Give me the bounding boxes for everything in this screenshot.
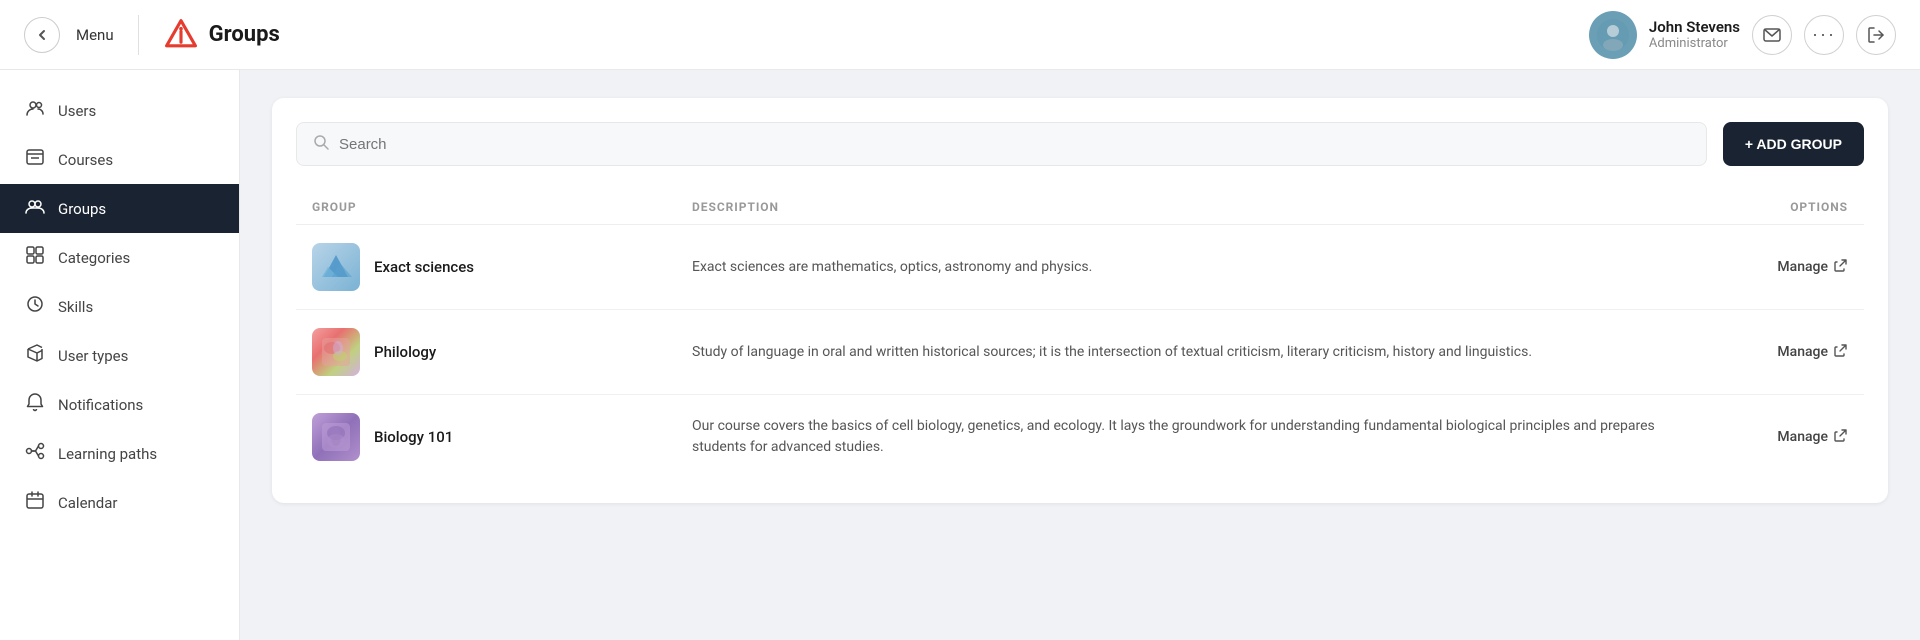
sidebar-label-courses: Courses bbox=[58, 151, 113, 169]
sidebar-label-user-types: User types bbox=[58, 347, 128, 365]
users-icon bbox=[24, 98, 46, 123]
table-header: GROUP DESCRIPTION OPTIONS bbox=[296, 190, 1864, 225]
logout-button[interactable] bbox=[1856, 15, 1896, 55]
group-name-exact: Exact sciences bbox=[374, 258, 474, 276]
group-name-philology: Philology bbox=[374, 343, 436, 361]
search-input[interactable] bbox=[339, 136, 1690, 153]
description-exact: Exact sciences are mathematics, optics, … bbox=[692, 257, 1688, 278]
description-philology: Study of language in oral and written hi… bbox=[692, 342, 1688, 363]
menu-label: Menu bbox=[76, 26, 114, 44]
notifications-icon bbox=[24, 392, 46, 417]
manage-link-exact[interactable]: Manage bbox=[1777, 259, 1828, 275]
sidebar-item-groups[interactable]: Groups bbox=[0, 184, 239, 233]
calendar-icon bbox=[24, 490, 46, 515]
header-divider bbox=[138, 15, 139, 55]
add-group-button[interactable]: + ADD GROUP bbox=[1723, 122, 1864, 166]
options-biology: Manage bbox=[1688, 428, 1848, 446]
page-title: Groups bbox=[209, 22, 280, 47]
sidebar-item-notifications[interactable]: Notifications bbox=[0, 380, 239, 429]
more-button[interactable]: ··· bbox=[1804, 15, 1844, 55]
categories-icon bbox=[24, 245, 46, 270]
thumbnail-philology bbox=[312, 328, 360, 376]
sidebar-label-skills: Skills bbox=[58, 298, 93, 316]
search-icon bbox=[313, 134, 329, 155]
sidebar: Users Courses bbox=[0, 70, 240, 640]
sidebar-label-groups: Groups bbox=[58, 200, 106, 218]
table-row: Exact sciences Exact sciences are mathem… bbox=[296, 225, 1864, 310]
search-box bbox=[296, 122, 1707, 166]
logo-icon bbox=[163, 17, 199, 53]
header-logo: Groups bbox=[163, 17, 280, 53]
mail-button[interactable] bbox=[1752, 15, 1792, 55]
sidebar-item-users[interactable]: Users bbox=[0, 86, 239, 135]
col-header-options: OPTIONS bbox=[1688, 200, 1848, 214]
manage-link-biology[interactable]: Manage bbox=[1777, 429, 1828, 445]
sidebar-label-learning-paths: Learning paths bbox=[58, 445, 157, 463]
content-card: + ADD GROUP GROUP DESCRIPTION OPTIONS bbox=[272, 98, 1888, 503]
thumbnail-biology bbox=[312, 413, 360, 461]
thumbnail-exact bbox=[312, 243, 360, 291]
sidebar-item-categories[interactable]: Categories bbox=[0, 233, 239, 282]
sidebar-item-skills[interactable]: Skills bbox=[0, 282, 239, 331]
search-row: + ADD GROUP bbox=[296, 122, 1864, 166]
group-name-biology: Biology 101 bbox=[374, 428, 453, 446]
header: Menu Groups John Stevens Administrator bbox=[0, 0, 1920, 70]
group-cell-biology: Biology 101 bbox=[312, 413, 692, 461]
user-name: John Stevens bbox=[1649, 18, 1740, 36]
options-exact: Manage bbox=[1688, 258, 1848, 276]
group-cell-exact: Exact sciences bbox=[312, 243, 692, 291]
sidebar-label-calendar: Calendar bbox=[58, 494, 118, 512]
groups-icon bbox=[24, 196, 46, 221]
avatar bbox=[1589, 11, 1637, 59]
description-biology: Our course covers the basics of cell bio… bbox=[692, 416, 1688, 458]
body: Users Courses bbox=[0, 70, 1920, 640]
manage-link-philology[interactable]: Manage bbox=[1777, 344, 1828, 360]
sidebar-item-user-types[interactable]: User types bbox=[0, 331, 239, 380]
sidebar-item-learning-paths[interactable]: Learning paths bbox=[0, 429, 239, 478]
sidebar-label-notifications: Notifications bbox=[58, 396, 143, 414]
learning-paths-icon bbox=[24, 441, 46, 466]
sidebar-label-users: Users bbox=[58, 102, 96, 120]
group-cell-philology: Philology bbox=[312, 328, 692, 376]
sidebar-item-courses[interactable]: Courses bbox=[0, 135, 239, 184]
external-link-icon-biology[interactable] bbox=[1834, 428, 1848, 446]
table-row: Biology 101 Our course covers the basics… bbox=[296, 395, 1864, 479]
skills-icon bbox=[24, 294, 46, 319]
user-info-area: John Stevens Administrator ··· bbox=[1589, 11, 1896, 59]
sidebar-label-categories: Categories bbox=[58, 249, 130, 267]
table-row: Philology Study of language in oral and … bbox=[296, 310, 1864, 395]
external-link-icon-exact[interactable] bbox=[1834, 258, 1848, 276]
user-role: Administrator bbox=[1649, 36, 1740, 51]
back-button[interactable] bbox=[24, 17, 60, 53]
options-philology: Manage bbox=[1688, 343, 1848, 361]
sidebar-item-calendar[interactable]: Calendar bbox=[0, 478, 239, 527]
user-types-icon bbox=[24, 343, 46, 368]
external-link-icon-philology[interactable] bbox=[1834, 343, 1848, 361]
col-header-description: DESCRIPTION bbox=[692, 200, 1688, 214]
courses-icon bbox=[24, 147, 46, 172]
main-content: + ADD GROUP GROUP DESCRIPTION OPTIONS bbox=[240, 70, 1920, 640]
col-header-group: GROUP bbox=[312, 200, 692, 214]
user-details: John Stevens Administrator bbox=[1649, 18, 1740, 51]
